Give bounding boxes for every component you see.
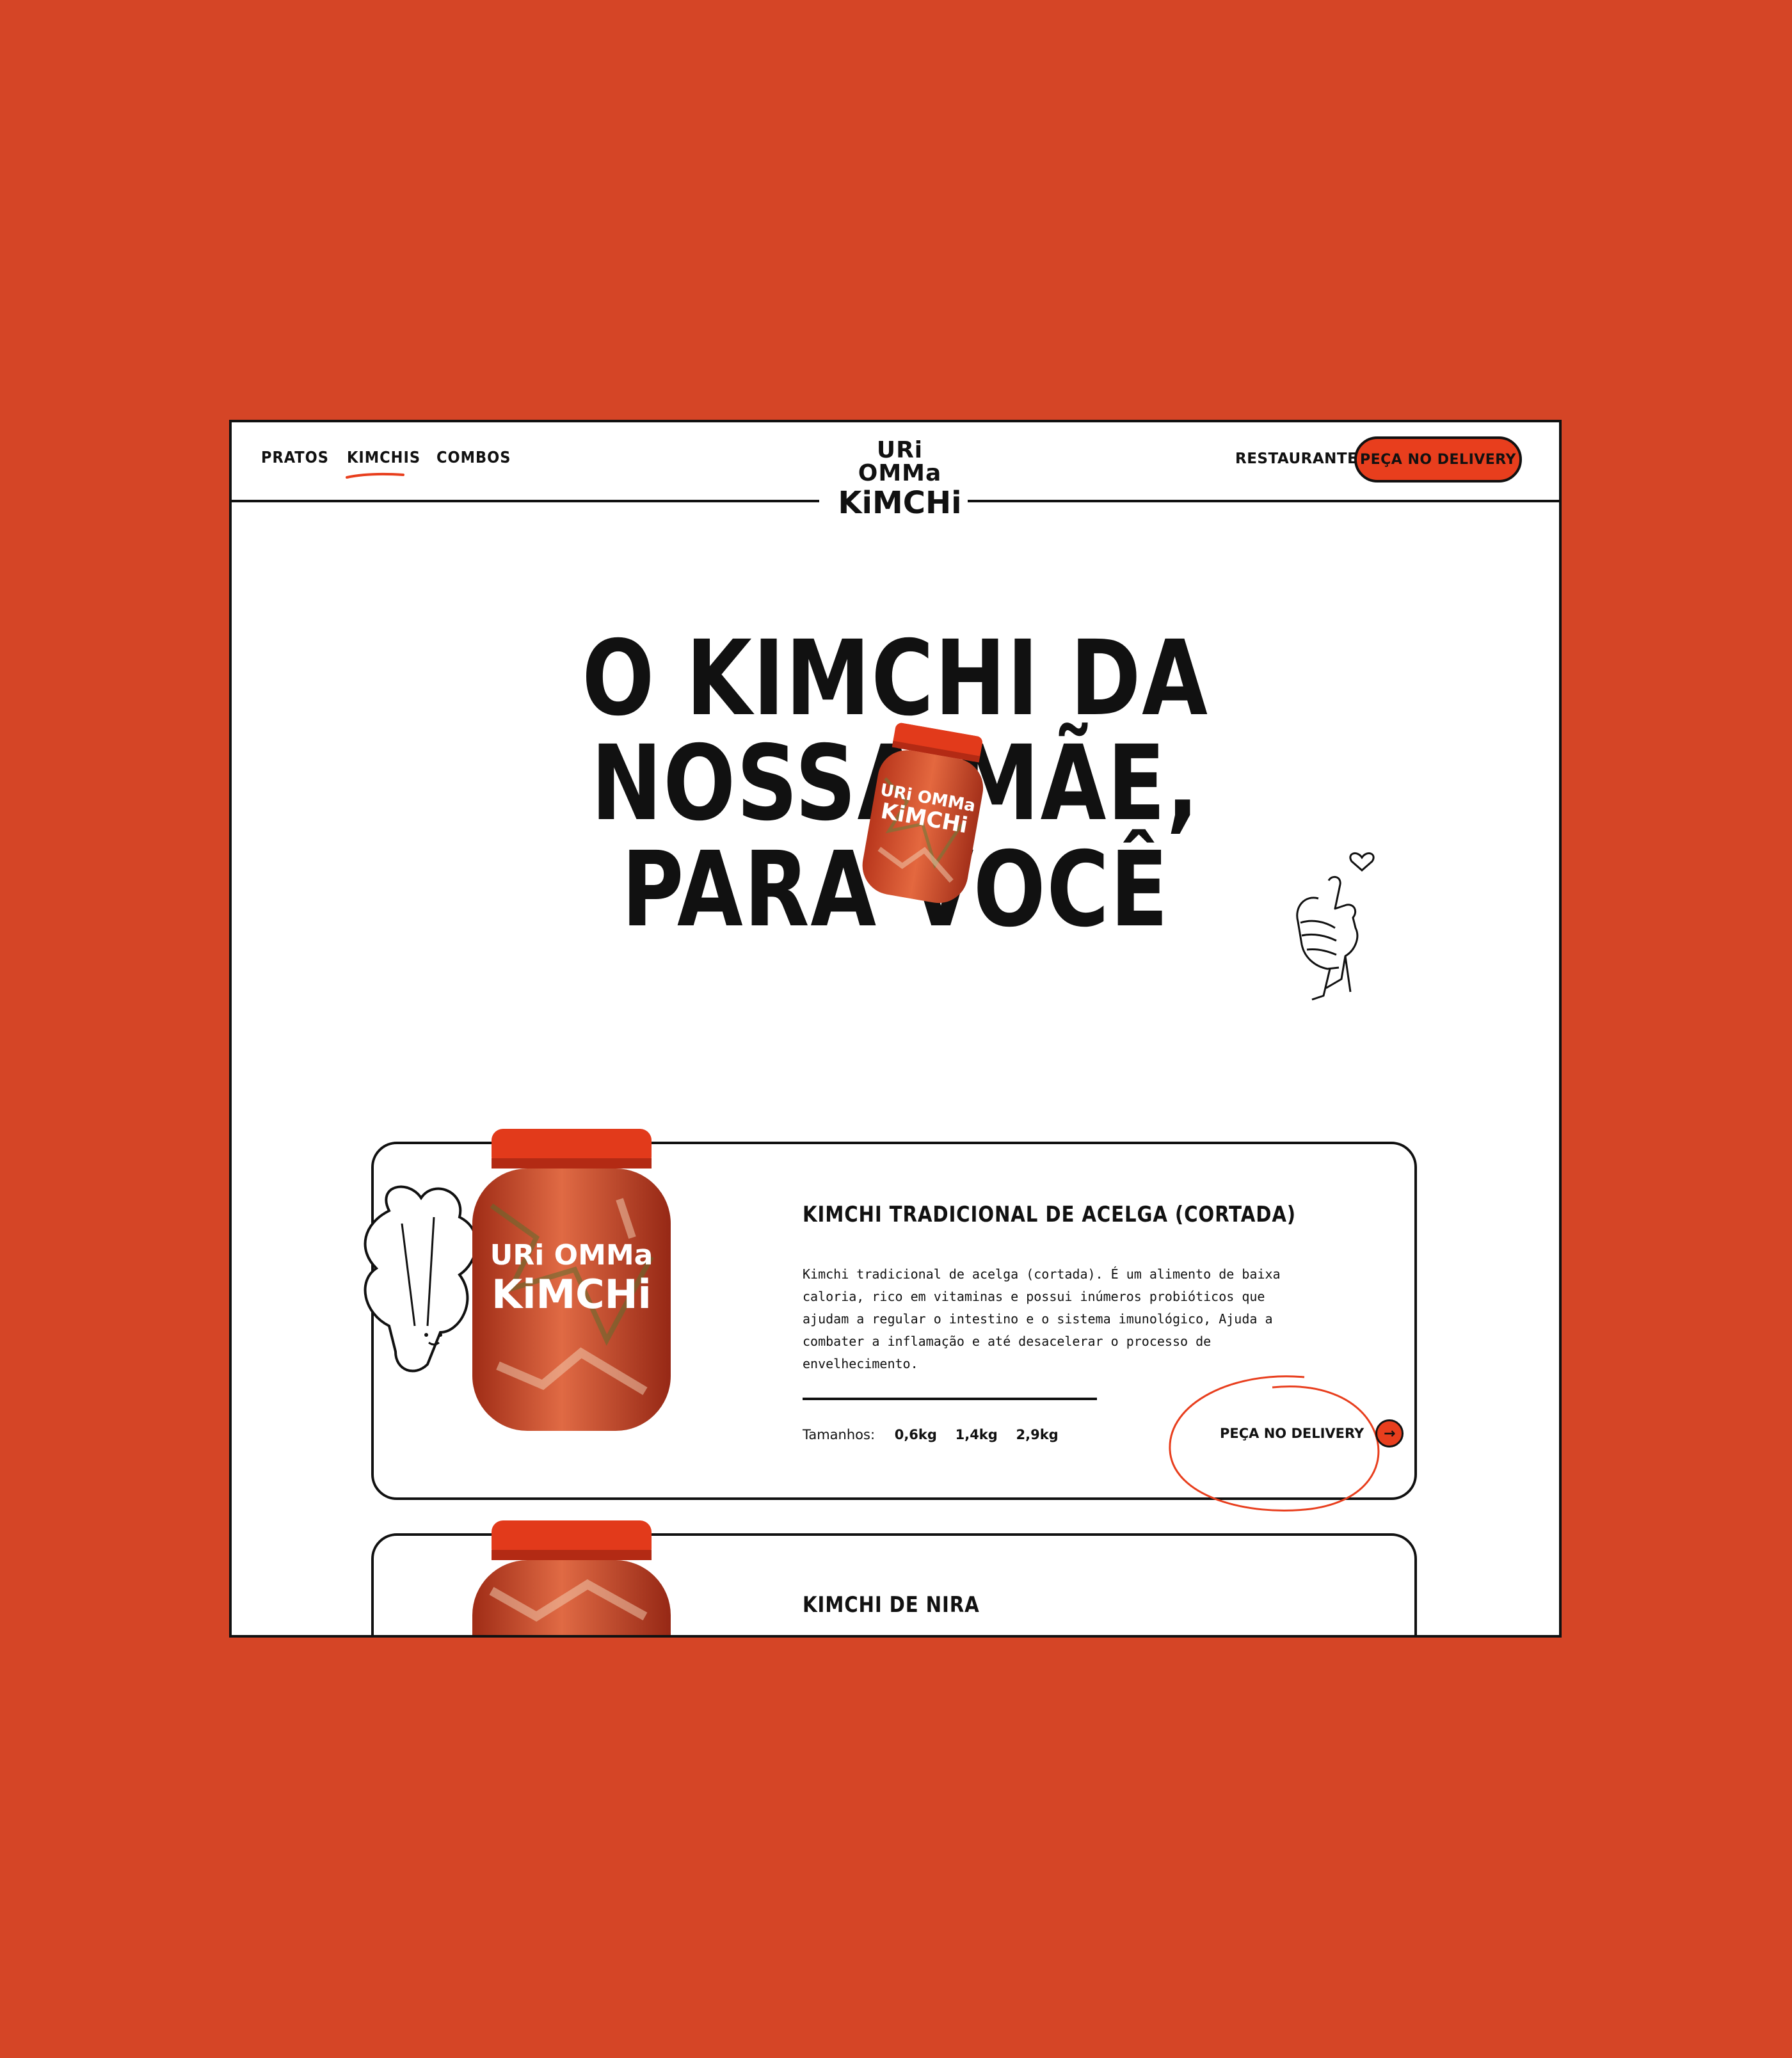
restaurant-link[interactable]: RESTAURANTE [1235,451,1357,467]
product-card: URi OMMa KiMCHi KIMCHI TRADICIONAL DE AC… [364,1129,1417,1512]
active-nav-underline [346,472,404,479]
website-frame: PRATOS KIMCHIS COMBOS URi OMMa KiMCHi RE… [229,420,1562,1638]
product-jar-logo-line-1: URi OMMa [490,1239,653,1272]
logo-line-2: KiMCHi [838,485,962,521]
brand-logo[interactable]: URi OMMa KiMCHi [836,437,964,519]
product-jar-logo-line-2: KiMCHi [492,1271,652,1318]
product-title: KIMCHI TRADICIONAL DE ACELGA (CORTADA) [803,1202,1297,1227]
product-kimchi-jar-image: URi OMMa KiMCHi [466,1129,677,1436]
hero-headline-line-1: O KIMCHI DA [582,619,1209,739]
header-divider-left [232,500,819,502]
finger-heart-hand-icon [1296,852,1375,1001]
size-option[interactable]: 1,4kg [956,1427,998,1442]
header-divider-right [968,500,1559,502]
product-delivery-label: PEÇA NO DELIVERY [1220,1426,1364,1441]
product-title: KIMCHI DE NIRA [803,1592,980,1618]
nav-item-pratos[interactable]: PRATOS [261,448,329,467]
product-divider [803,1398,1097,1400]
logo-line-1: URi OMMa [858,437,942,486]
product-sizes: Tamanhos: 0,6kg 1,4kg 2,9kg [803,1427,1073,1442]
sizes-label: Tamanhos: [803,1427,876,1442]
size-option[interactable]: 0,6kg [895,1427,937,1442]
size-option[interactable]: 2,9kg [1016,1427,1059,1442]
site-header: PRATOS KIMCHIS COMBOS URi OMMa KiMCHi RE… [232,422,1559,518]
product-card: KIMCHI DE NIRA [371,1520,1417,1635]
arrow-right-icon: → [1375,1419,1404,1448]
nav-item-kimchis[interactable]: KIMCHIS [347,448,420,467]
product-description: Kimchi tradicional de acelga (cortada). … [803,1266,1281,1371]
product-kimchi-jar-image [466,1520,677,1635]
product-delivery-button[interactable]: PEÇA NO DELIVERY → [1220,1419,1404,1448]
nav-item-combos[interactable]: COMBOS [436,448,511,467]
delivery-button[interactable]: PEÇA NO DELIVERY [1354,436,1522,483]
